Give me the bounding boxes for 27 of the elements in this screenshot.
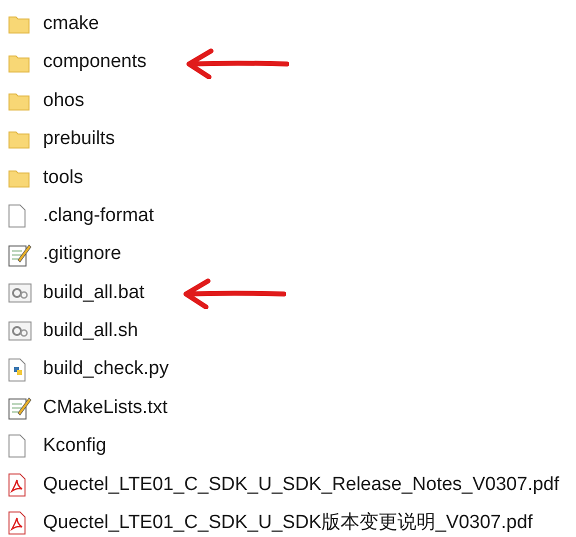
file-name[interactable]: components [43, 48, 147, 77]
file-name[interactable]: Kconfig [43, 432, 106, 461]
file-name[interactable]: build_all.sh [43, 317, 138, 346]
file-name[interactable]: Quectel_LTE01_C_SDK_U_SDK_Release_Notes_V0307.pdf [43, 470, 560, 500]
file-name[interactable]: .clang-format [43, 202, 154, 230]
pdf-file-icon [8, 472, 26, 497]
notepad-icon [8, 242, 32, 267]
file-icon [8, 434, 26, 458]
file-name[interactable]: CMakeLists.txt [43, 394, 168, 422]
gear-file-icon [8, 282, 32, 304]
file-name[interactable]: build_all.bat [43, 278, 144, 308]
folder-icon [8, 14, 30, 34]
folder-icon [8, 52, 30, 73]
file-name[interactable]: tools [43, 164, 84, 192]
python-file-icon [8, 358, 26, 382]
file-name[interactable]: .gitignore [43, 240, 122, 269]
folder-icon [8, 168, 30, 188]
folder-icon [8, 90, 30, 111]
folder-icon [8, 129, 30, 150]
file-name[interactable]: cmake [43, 10, 99, 38]
notepad-icon [8, 396, 32, 420]
file-name[interactable]: Quectel_LTE01_C_SDK_U_SDK版本变更说明_V0307.pdf [43, 509, 533, 537]
file-name[interactable]: prebuilts [43, 125, 115, 154]
file-name[interactable]: ohos [43, 86, 84, 116]
file-icon [8, 204, 26, 228]
gear-file-icon [8, 320, 32, 342]
file-name[interactable]: build_check.py [43, 355, 169, 384]
